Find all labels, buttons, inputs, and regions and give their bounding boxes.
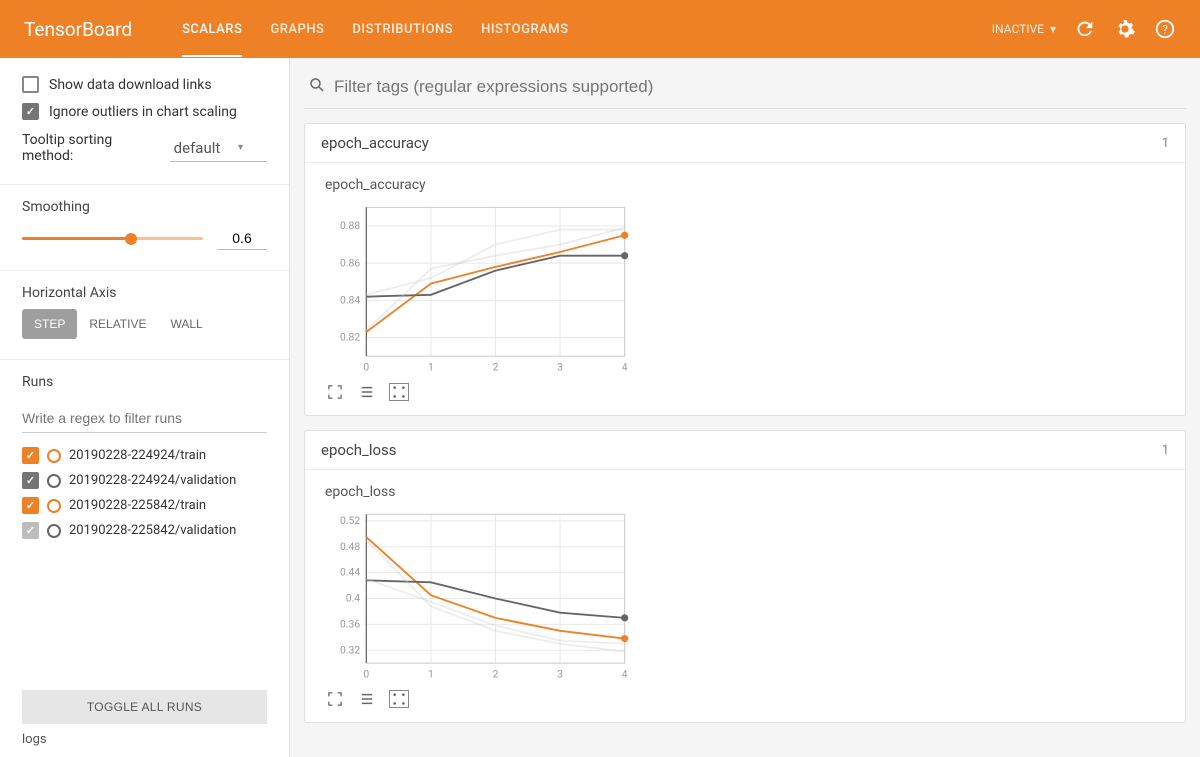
run-checkbox[interactable] (22, 472, 39, 489)
ignore-outliers-checkbox[interactable] (22, 103, 39, 120)
panel: epoch_accuracy 1 epoch_accuracy 0.82 0.84… (304, 123, 1186, 416)
svg-text:2: 2 (493, 668, 499, 681)
app-header: TensorBoard SCALARS GRAPHS DISTRIBUTIONS… (0, 0, 1200, 58)
run-name: 20190228-224924/train (69, 448, 206, 463)
tag-filter-input[interactable] (334, 77, 1182, 97)
run-color-swatch (47, 499, 61, 513)
axis-wall-button[interactable]: WALL (158, 309, 214, 339)
run-checkbox[interactable] (22, 497, 39, 514)
panel-count: 1 (1162, 136, 1169, 151)
run-row[interactable]: 20190228-225842/train (22, 493, 267, 518)
svg-text:1: 1 (428, 361, 434, 374)
panel: epoch_loss 1 epoch_loss 0.320.360.40.440… (304, 430, 1186, 723)
fit-icon[interactable] (389, 383, 409, 401)
svg-text:3: 3 (557, 668, 563, 681)
run-color-swatch (47, 449, 61, 463)
svg-text:4: 4 (622, 361, 628, 374)
app-logo: TensorBoard (24, 18, 132, 41)
svg-text:3: 3 (557, 361, 563, 374)
gear-icon[interactable] (1114, 18, 1136, 40)
help-icon[interactable]: ? (1154, 18, 1176, 40)
run-name: 20190228-224924/validation (69, 473, 236, 488)
smoothing-label: Smoothing (22, 199, 267, 215)
svg-text:0.36: 0.36 (340, 617, 360, 630)
chart-tools (305, 379, 1185, 415)
panel-header[interactable]: epoch_accuracy 1 (305, 124, 1185, 163)
panel-count: 1 (1162, 443, 1169, 458)
main-area: Show data download links Ignore outliers… (0, 58, 1200, 757)
svg-text:0: 0 (363, 361, 369, 374)
svg-text:0.44: 0.44 (340, 566, 360, 579)
chart-tools (305, 686, 1185, 722)
panel-title: epoch_loss (321, 441, 397, 459)
toggle-all-runs-button[interactable]: TOGGLE ALL RUNS (22, 690, 267, 724)
search-icon (308, 76, 326, 98)
svg-text:1: 1 (428, 668, 434, 681)
svg-text:0: 0 (363, 668, 369, 681)
inactive-dropdown[interactable]: INACTIVE ▾ (992, 22, 1056, 36)
axis-relative-button[interactable]: RELATIVE (77, 309, 158, 339)
run-checkbox[interactable] (22, 522, 39, 539)
run-row[interactable]: 20190228-224924/validation (22, 468, 267, 493)
chart-title: epoch_accuracy (305, 163, 1185, 199)
list-icon[interactable] (357, 383, 377, 401)
chart-title: epoch_loss (305, 470, 1185, 506)
tooltip-sort-select[interactable]: default (170, 135, 267, 162)
show-download-checkbox[interactable] (22, 76, 39, 93)
tooltip-sort-label: Tooltip sorting method: (22, 132, 162, 164)
run-row[interactable]: 20190228-224924/train (22, 443, 267, 468)
svg-text:0.88: 0.88 (340, 219, 360, 232)
chart: 0.82 0.84 0.86 0.88 0 1 2 3 4 (325, 199, 635, 379)
list-icon[interactable] (357, 690, 377, 708)
sidebar: Show data download links Ignore outliers… (0, 58, 290, 757)
svg-text:0.52: 0.52 (340, 514, 360, 527)
show-download-label: Show data download links (49, 77, 212, 93)
tab-graphs[interactable]: GRAPHS (270, 2, 324, 57)
svg-text:0.4: 0.4 (346, 592, 361, 605)
run-name: 20190228-225842/validation (69, 523, 236, 538)
smoothing-slider[interactable] (22, 237, 203, 240)
run-name: 20190228-225842/train (69, 498, 206, 513)
tab-distributions[interactable]: DISTRIBUTIONS (352, 2, 453, 57)
run-color-swatch (47, 474, 61, 488)
svg-text:0.86: 0.86 (340, 256, 360, 269)
tab-scalars[interactable]: SCALARS (182, 2, 242, 57)
nav-tabs: SCALARS GRAPHS DISTRIBUTIONS HISTOGRAMS (182, 2, 992, 57)
panel-title: epoch_accuracy (321, 134, 429, 152)
svg-text:0.48: 0.48 (340, 540, 360, 553)
show-download-checkbox-row[interactable]: Show data download links (22, 76, 267, 93)
ignore-outliers-label: Ignore outliers in chart scaling (49, 104, 237, 120)
svg-text:4: 4 (622, 668, 628, 681)
logs-path-label: logs (22, 732, 267, 747)
horizontal-axis-label: Horizontal Axis (22, 285, 267, 301)
inactive-label: INACTIVE (992, 22, 1044, 36)
runs-list: 20190228-224924/train 20190228-224924/va… (22, 443, 267, 543)
fit-icon[interactable] (389, 690, 409, 708)
tab-histograms[interactable]: HISTOGRAMS (481, 2, 568, 57)
svg-text:0.84: 0.84 (340, 293, 360, 306)
svg-text:0.82: 0.82 (340, 331, 360, 344)
axis-step-button[interactable]: STEP (22, 309, 77, 339)
runs-label: Runs (22, 374, 267, 390)
run-row[interactable]: 20190228-225842/validation (22, 518, 267, 543)
ignore-outliers-checkbox-row[interactable]: Ignore outliers in chart scaling (22, 103, 267, 120)
svg-text:2: 2 (493, 361, 499, 374)
fullscreen-icon[interactable] (325, 383, 345, 401)
chart: 0.32 0.36 0.4 0.44 0.48 0.52 0 1 2 3 4 (325, 506, 635, 686)
chevron-down-icon: ▾ (1050, 22, 1056, 36)
svg-text:?: ? (1162, 23, 1168, 37)
smoothing-value-input[interactable] (217, 227, 267, 250)
run-checkbox[interactable] (22, 447, 39, 464)
refresh-icon[interactable] (1074, 18, 1096, 40)
panel-header[interactable]: epoch_loss 1 (305, 431, 1185, 470)
runs-filter-input[interactable] (22, 404, 267, 433)
svg-text:0.32: 0.32 (340, 643, 360, 656)
fullscreen-icon[interactable] (325, 690, 345, 708)
content-area: epoch_accuracy 1 epoch_accuracy 0.82 0.84… (290, 58, 1200, 757)
run-color-swatch (47, 524, 61, 538)
header-actions: INACTIVE ▾ ? (992, 18, 1176, 40)
